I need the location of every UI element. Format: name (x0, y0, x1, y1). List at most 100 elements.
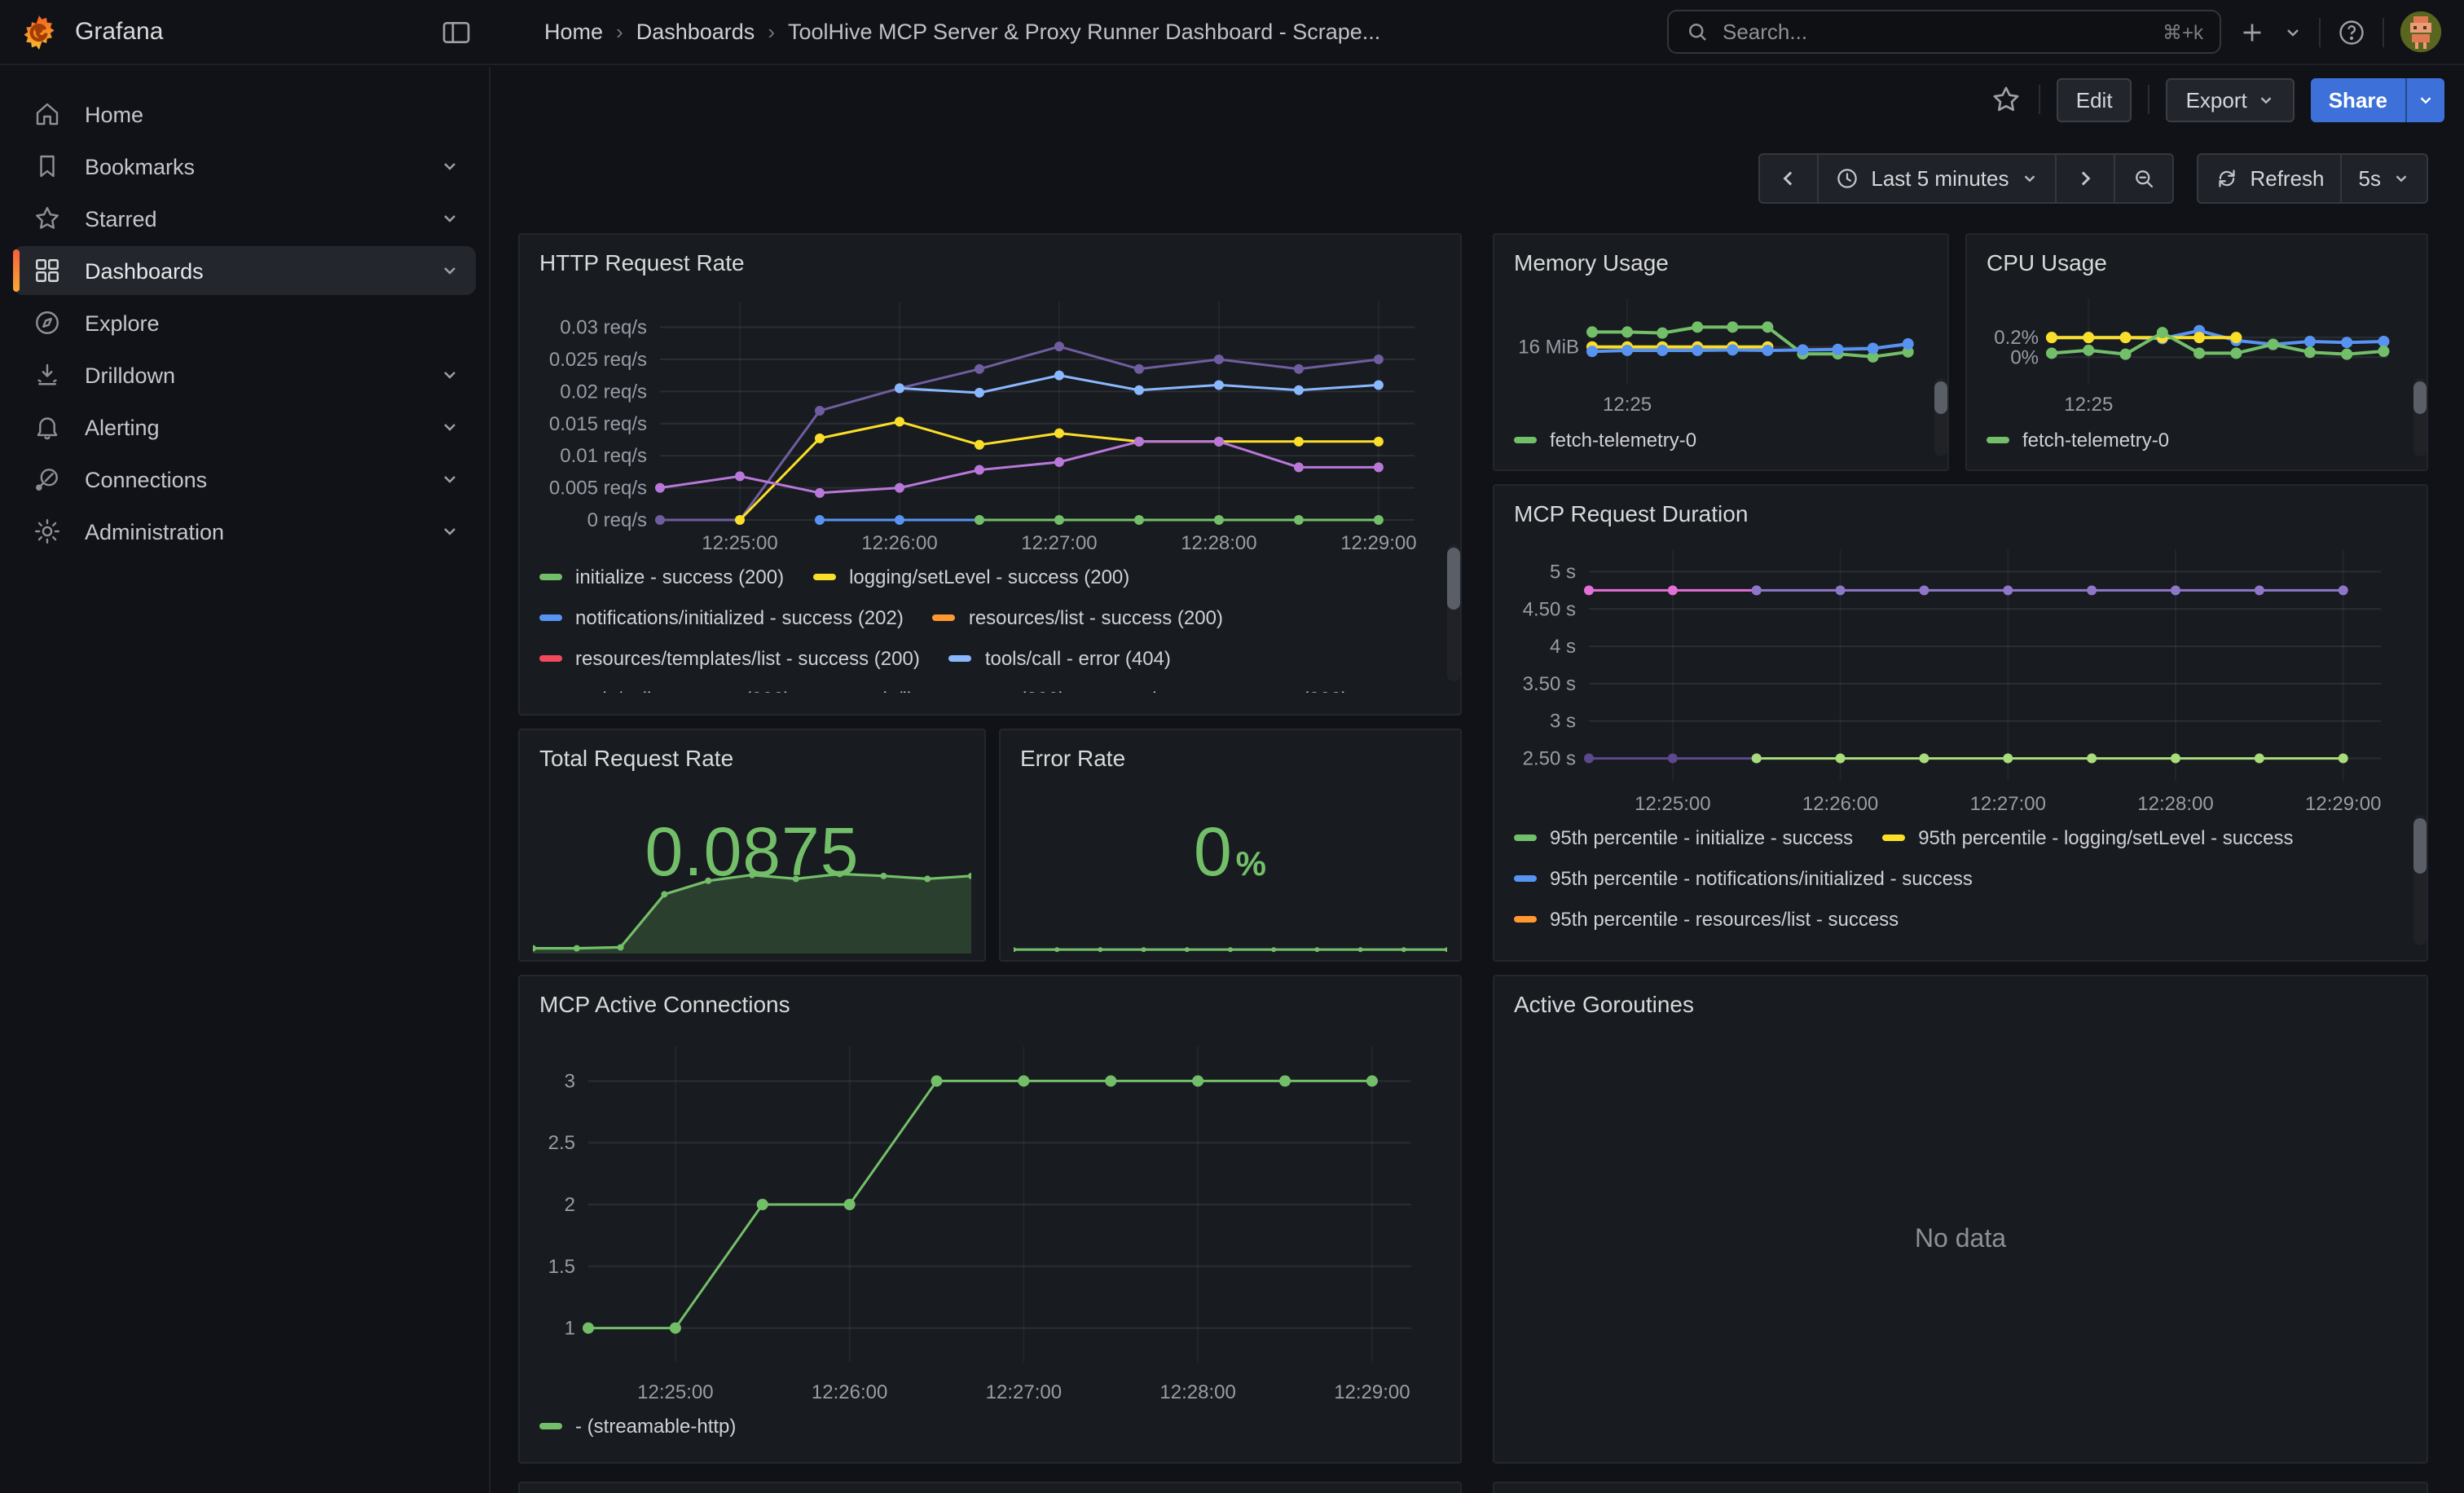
refresh-interval-picker[interactable]: 5s (2341, 153, 2428, 204)
memory-usage-chart[interactable]: 16 MiB 12:25 (1514, 285, 1928, 419)
edit-button[interactable]: Edit (2057, 77, 2132, 121)
chevron-down-icon[interactable] (440, 522, 460, 541)
chevron-down-icon (2257, 90, 2275, 108)
legend-scrollbar-thumb[interactable] (1447, 548, 1460, 610)
panel-title[interactable]: HTTP Request Rate (539, 246, 1441, 285)
legend-item[interactable]: fetch-telemetry-0 (1987, 428, 2169, 451)
legend-item[interactable]: tools/call - success (200) (539, 687, 790, 693)
svg-text:12:26:00: 12:26:00 (812, 1381, 887, 1403)
legend-scrollbar-thumb[interactable] (1934, 381, 1947, 414)
sidebar-item-drilldown[interactable]: Drilldown (13, 350, 476, 399)
legend-item[interactable]: initialize - success (200) (539, 565, 784, 588)
search-container[interactable]: ⌘+k (1667, 10, 2221, 54)
legend-scrollbar-thumb[interactable] (2413, 381, 2427, 414)
stat-unit: % (1236, 845, 1267, 883)
memory-legend: fetch-telemetry-0 (1514, 419, 1928, 461)
legend-swatch (539, 654, 562, 661)
share-button[interactable]: Share (2311, 77, 2405, 121)
export-button[interactable]: Export (2167, 77, 2295, 121)
panel-title[interactable]: Error Rate (1020, 742, 1441, 781)
chevron-down-icon[interactable] (440, 156, 460, 176)
mcp-request-duration-chart[interactable]: 5 s4.50 s4 s3.50 s3 s2.50 s12:25:0012:26… (1514, 536, 2407, 817)
zoom-out-time-button[interactable] (2113, 153, 2173, 204)
breadcrumb: Home › Dashboards › ToolHive MCP Server … (544, 20, 1380, 44)
legend-swatch (933, 614, 956, 620)
search-input[interactable] (1723, 20, 2149, 44)
sidebar-toggle-icon[interactable] (440, 15, 473, 48)
time-range-picker[interactable]: Last 5 minutes (1817, 153, 2056, 204)
help-icon[interactable] (2337, 17, 2366, 46)
legend-item[interactable]: logging/setLevel - success (200) (813, 565, 1129, 588)
chevron-down-icon[interactable] (440, 209, 460, 228)
brand-name: Grafana (75, 18, 163, 46)
legend-item[interactable]: - (streamable-http) (539, 1414, 736, 1437)
breadcrumb-dashboards[interactable]: Dashboards (636, 20, 755, 44)
time-range-group: Last 5 minutes (1758, 153, 2173, 204)
cpu-legend: fetch-telemetry-0 (1987, 419, 2407, 461)
sidebar-item-alerting[interactable]: Alerting (13, 403, 476, 451)
sidebar-item-connections[interactable]: Connections (13, 455, 476, 504)
svg-text:12:25:00: 12:25:00 (637, 1381, 713, 1403)
chevron-down-icon (2417, 90, 2435, 108)
cpu-usage-chart[interactable]: 0.2%0%12:25 (1987, 285, 2407, 419)
panel-cpu-usage: CPU Usage 0.2%0%12:25 fetch-telemetry-0 (1965, 233, 2428, 471)
chevron-down-icon (2392, 170, 2410, 187)
zoom-out-icon (2131, 166, 2155, 191)
mcp-active-connections-chart[interactable]: 11.522.5312:25:0012:26:0012:27:0012:28:0… (539, 1027, 1441, 1405)
panel-title[interactable]: Total Request Rate (539, 742, 965, 781)
legend-label: tools/list - success (200) (856, 687, 1065, 693)
legend-item[interactable]: resources/templates/list - success (200) (539, 646, 920, 669)
sidebar-item-bookmarks[interactable]: Bookmarks (13, 142, 476, 191)
http-request-rate-chart[interactable]: 0 req/s0.005 req/s0.01 req/s0.015 req/s0… (539, 285, 1441, 556)
clock-icon (1835, 166, 1859, 191)
chevron-down-icon[interactable] (440, 469, 460, 489)
legend-swatch (1987, 436, 2009, 443)
new-chevron-down-icon[interactable] (2283, 22, 2303, 42)
svg-text:12:28:00: 12:28:00 (1159, 1381, 1235, 1403)
sidebar-item-home[interactable]: Home (13, 90, 476, 139)
legend-label: 95th percentile - notifications/initiali… (1550, 866, 1973, 889)
star-dashboard-icon[interactable] (1990, 83, 2022, 116)
legend-item[interactable]: fetch-telemetry-0 (1514, 428, 1696, 451)
legend-item[interactable]: 95th percentile - resources/list - succe… (1514, 907, 1899, 930)
svg-text:12:27:00: 12:27:00 (1021, 532, 1097, 554)
sidebar-item-administration[interactable]: Administration (13, 507, 476, 556)
panel-title[interactable]: Memory Usage (1514, 246, 1928, 285)
legend-item[interactable]: tools/list - success (200) (820, 687, 1065, 693)
breadcrumb-home[interactable]: Home (544, 20, 603, 44)
legend-swatch (1514, 436, 1537, 443)
sidebar-item-dashboards[interactable]: Dashboards (13, 246, 476, 295)
panel-title[interactable]: CPU Usage (1987, 246, 2407, 285)
sidebar-item-explore[interactable]: Explore (13, 298, 476, 347)
refresh-button[interactable]: Refresh (2196, 153, 2342, 204)
panel-title[interactable]: Active Goroutines (1514, 988, 2407, 1027)
share-menu-caret[interactable] (2405, 77, 2444, 121)
legend-scrollbar-track (2413, 815, 2427, 945)
chevron-down-icon[interactable] (440, 417, 460, 437)
time-shift-forward-button[interactable] (2054, 153, 2114, 204)
chevron-down-icon (2020, 170, 2038, 187)
grafana-logo-icon (20, 12, 59, 51)
svg-text:3 s: 3 s (1550, 711, 1576, 733)
legend-item[interactable]: unknown - success (200) (1095, 687, 1349, 693)
new-plus-icon[interactable] (2237, 17, 2267, 46)
time-shift-back-button[interactable] (1758, 153, 1819, 204)
panel-title[interactable]: MCP Request Duration (1514, 497, 2407, 536)
refresh-group: Refresh 5s (2196, 153, 2428, 204)
panel-http-request-rate: HTTP Request Rate 0 req/s0.005 req/s0.01… (518, 233, 1462, 716)
legend-label: 95th percentile - logging/setLevel - suc… (1918, 826, 2293, 848)
legend-scrollbar-thumb[interactable] (2413, 818, 2427, 874)
legend-item[interactable]: 95th percentile - notifications/initiali… (1514, 866, 1973, 889)
svg-text:16 MiB: 16 MiB (1518, 337, 1579, 359)
svg-text:12:25: 12:25 (1603, 394, 1652, 416)
legend-item[interactable]: tools/call - error (404) (949, 646, 1171, 669)
chevron-down-icon[interactable] (440, 261, 460, 280)
chevron-down-icon[interactable] (440, 365, 460, 385)
user-avatar[interactable] (2400, 11, 2441, 52)
sidebar-item-starred[interactable]: Starred (13, 194, 476, 243)
legend-item[interactable]: 95th percentile - logging/setLevel - suc… (1882, 826, 2293, 848)
legend-item[interactable]: resources/list - success (200) (933, 606, 1223, 628)
legend-item[interactable]: notifications/initialized - success (202… (539, 606, 904, 628)
panel-title[interactable]: MCP Active Connections (539, 988, 1441, 1027)
legend-item[interactable]: 95th percentile - initialize - success (1514, 826, 1853, 848)
